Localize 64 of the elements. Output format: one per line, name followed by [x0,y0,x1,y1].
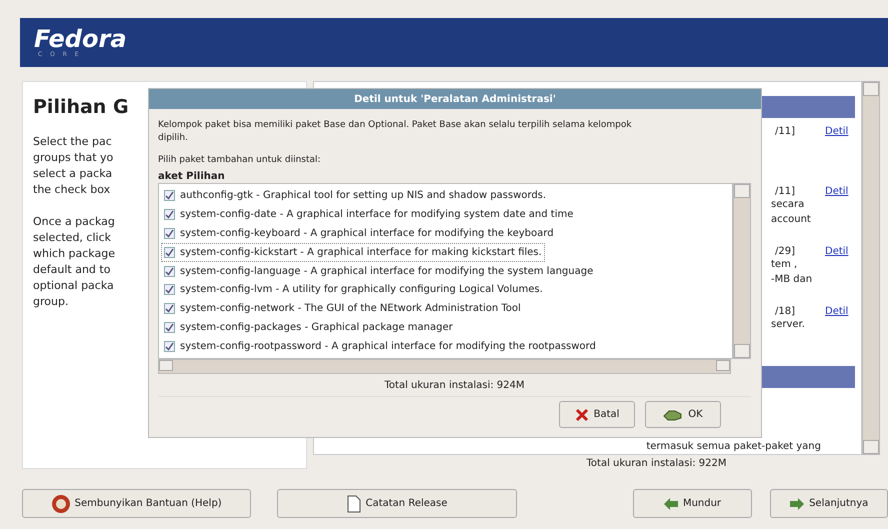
help-text-line: optional packa [33,278,114,294]
dialog-description: Kelompok paket bisa memiliki paket Base dan Optional. Paket Base akan selalu terpilih selama kelompok dipilih. [158,119,633,145]
group-description: tem , [771,258,798,272]
cancel-button[interactable]: Batal [559,401,635,428]
checkbox[interactable] [164,208,175,220]
help-text-line: the check box [33,182,110,198]
group-count: /18] [775,306,795,317]
group-count: /11] [775,126,795,137]
package-item[interactable]: system-config-keyboard - A graphical interface for modifying the keyboard [161,224,557,243]
dialog-title: Detil untuk 'Peralatan Administrasi' [149,89,761,109]
x-icon [574,408,589,422]
dialog-prompt: Pilih paket tambahan untuk diinstal: [158,155,321,165]
left-arrow-icon [664,498,678,510]
right-arrow-icon [790,498,804,510]
group-description: -MB dan [771,273,812,287]
help-text-line: selected, click [33,230,112,246]
help-text-line: Select the pac [33,134,112,150]
lifebuoy-icon [52,494,70,512]
help-text-line: group. [33,294,68,310]
package-item[interactable]: system-config-language - A graphical interface for modifying the system language [161,262,596,280]
group-description: server. [771,318,805,332]
checkbox[interactable] [164,266,175,276]
checkbox[interactable] [164,322,175,334]
details-link[interactable]: Detil [825,306,855,317]
package-item[interactable]: system-config-rootpassword - A graphical interface for modifying the rootpassword [161,337,599,356]
group-description: secara [771,198,804,212]
group-count: /29] [775,246,795,257]
help-button[interactable]: Sembunyikan Bantuan (Help) [22,489,252,518]
logo: Fedora [34,27,127,51]
notes-button[interactable]: Catatan Release [277,489,517,518]
group-note: termasuk semua paket-paket yang [646,441,821,452]
scrollbar[interactable] [733,183,751,359]
package-item[interactable]: system-config-network - The GUI of the NEtwork Administration Tool [161,299,524,318]
scrollbar[interactable] [862,81,880,455]
help-text-line: which package [33,246,115,262]
package-item[interactable]: system-config-packages - Graphical package manager [161,318,456,338]
checkbox[interactable] [164,228,175,239]
page-icon [346,494,361,512]
package-item[interactable]: authconfig-gtk - Graphical tool for setting up NIS and shadow passwords. [161,186,550,205]
list-header: aket Pilihan [158,171,225,183]
package-item[interactable]: system-config-date - A graphical interface for modifying system date and time [161,204,576,224]
total-size: Total ukuran instalasi: 922M [586,458,726,469]
ok-button[interactable]: OK [645,401,721,428]
checkbox[interactable] [164,246,175,258]
help-text-line: select a packa [33,166,112,182]
help-title: Pilihan G [33,96,129,118]
dialog-total-size: Total ukuran instalasi: 924M [384,380,524,391]
checkbox[interactable] [164,341,175,352]
details-link[interactable]: Detil [825,246,855,257]
help-text-line: default and to [33,262,110,278]
group-description: account [771,213,811,227]
checkbox[interactable] [164,190,175,201]
checkbox[interactable] [164,303,175,314]
checkbox[interactable] [164,284,175,296]
package-item[interactable]: system-config-lvm - A utility for graphically configuring Logical Volumes. [161,280,546,300]
package-item[interactable]: system-config-kickstart - A graphical interface for making kickstart files. [161,242,545,262]
help-text-line: groups that yo [33,150,114,166]
group-count: /11] [775,186,795,197]
horizontal-scrollbar[interactable] [158,359,731,374]
details-link[interactable]: Detil [825,186,855,197]
back-button[interactable]: Mundur [632,489,752,518]
help-text-line: Once a packag [33,214,115,230]
next-button[interactable]: Selanjutnya [770,489,888,518]
details-link[interactable]: Detil [825,126,855,137]
